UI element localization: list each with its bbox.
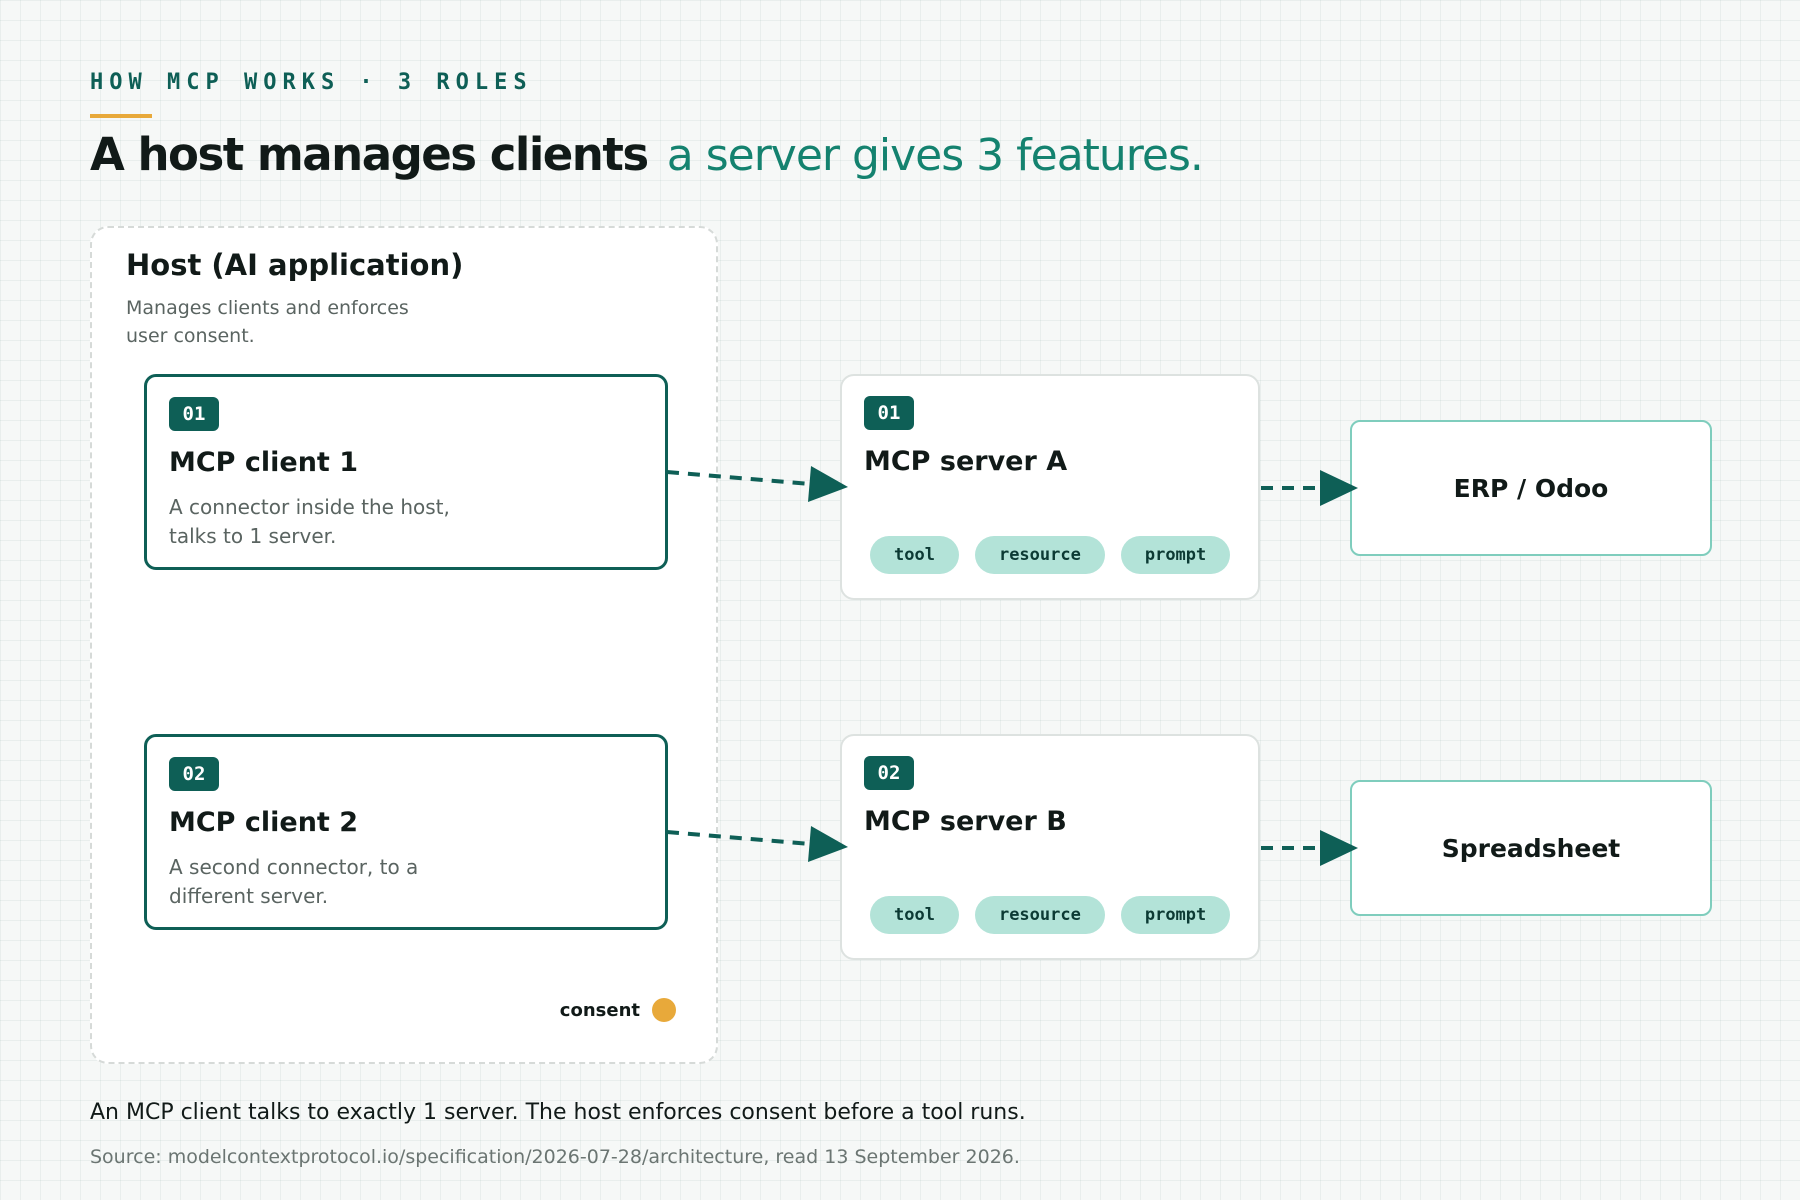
consent-label: consent [559,999,640,1021]
external-system-spreadsheet: Spreadsheet [1350,780,1712,916]
consent-dot-icon [652,998,676,1022]
feature-chip-resource: resource [974,896,1105,934]
headline-strong: A host manages clients [90,128,649,181]
mcp-server-b-card: 02 MCP server B tool resource prompt [840,734,1260,960]
arrow-server-a-to-erp [1261,470,1358,506]
headline-light: a server gives 3 features. [666,130,1204,181]
eyebrow: HOW MCP WORKS · 3 ROLES [90,70,533,95]
client-1-title: MCP client 1 [169,447,359,478]
feature-chip-tool: tool [870,896,959,934]
feature-chip-resource: resource [974,536,1105,574]
server-a-title: MCP server A [864,446,1068,477]
host-container: Host (AI application) Manages clients an… [90,226,718,1064]
client-1-badge: 01 [169,397,219,431]
footer-source: Source: modelcontextprotocol.io/specific… [90,1146,1020,1168]
consent-indicator: consent [560,998,676,1022]
host-title: Host (AI application) [126,248,464,282]
server-a-badge: 01 [864,396,914,430]
mcp-server-a-card: 01 MCP server A tool resource prompt [840,374,1260,600]
footer-caption: An MCP client talks to exactly 1 server.… [90,1100,1026,1125]
eyebrow-underline [90,114,152,118]
server-b-title: MCP server B [864,806,1067,837]
host-description: Manages clients and enforces user consen… [126,297,409,347]
feature-chip-prompt: prompt [1120,536,1231,574]
external-system-erp: ERP / Odoo [1350,420,1712,556]
arrow-server-b-to-spreadsheet [1261,830,1358,866]
client-2-description: A second connector, to a different serve… [169,855,419,908]
client-1-description: A connector inside the host, talks to 1 … [169,495,450,548]
mcp-client-1-card: 01 MCP client 1 A connector inside the h… [144,374,668,570]
mcp-client-2-card: 02 MCP client 2 A second connector, to a… [144,734,668,930]
server-a-features: tool resource prompt [870,536,1231,574]
server-b-badge: 02 [864,756,914,790]
feature-chip-tool: tool [870,536,959,574]
client-2-badge: 02 [169,757,219,791]
headline: A host manages clients a server gives 3 … [90,128,1204,183]
client-2-title: MCP client 2 [169,807,359,838]
feature-chip-prompt: prompt [1120,896,1231,934]
server-b-features: tool resource prompt [870,896,1231,934]
